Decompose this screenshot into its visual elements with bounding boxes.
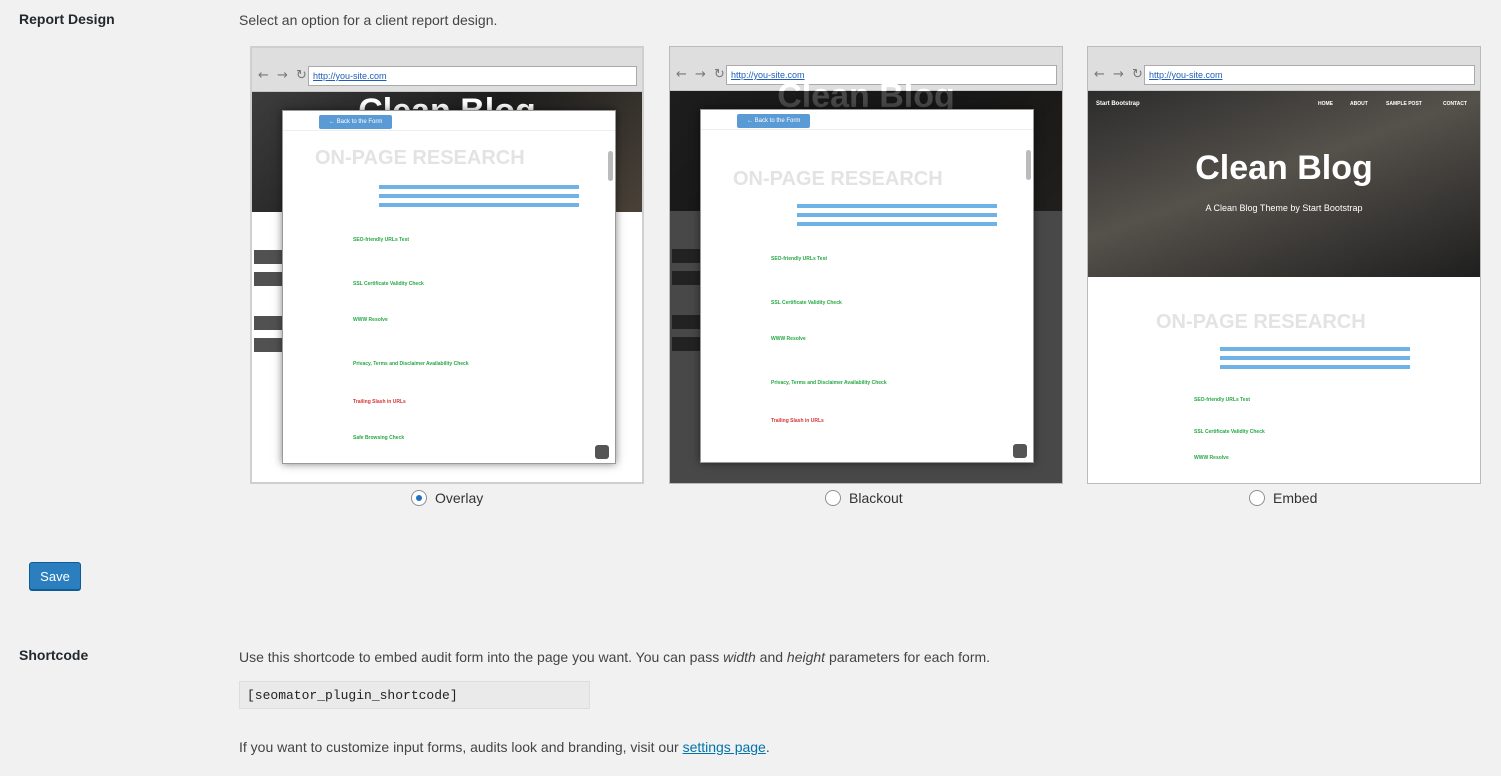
browser-bar: ← → ↻ http://you-site.com (252, 48, 642, 92)
scrollbar (608, 151, 613, 181)
overlay-radio[interactable] (411, 490, 427, 506)
research-heading: ON-PAGE RESEARCH (733, 168, 943, 190)
browser-nav-icon: ← → ↻ (258, 68, 309, 83)
desc-text: Use this shortcode to embed audit form i… (239, 649, 724, 665)
desc-width: width (723, 649, 756, 665)
save-button[interactable]: Save (29, 562, 81, 590)
brand-label: Start Bootstrap (1096, 101, 1140, 107)
desc-text-end: parameters for each form. (825, 649, 991, 665)
research-heading: ON-PAGE RESEARCH (315, 147, 525, 169)
nav-contact: CONTACT (1443, 101, 1468, 107)
customize-suffix: . (765, 739, 770, 755)
customize-note: If you want to customize input forms, au… (239, 739, 770, 755)
nav-home: HOME (1318, 101, 1333, 107)
option-overlay[interactable]: Overlay (411, 490, 483, 506)
desc-and: and (755, 649, 787, 665)
performance-chart (1220, 347, 1420, 373)
browser-nav-icon: ← → ↻ (1094, 67, 1145, 82)
nav-sample-post: SAMPLE POST (1386, 101, 1422, 107)
research-heading: ON-PAGE RESEARCH (1156, 311, 1366, 333)
audit-item-title: Trailing Slash in URLs (771, 418, 824, 424)
site-preview: Clean Blog ← Back to the Form ON-PAGE RE… (670, 77, 1062, 483)
audit-list: SEO-friendly URLs Test SSL Certificate V… (1194, 397, 1414, 461)
blackout-preview[interactable]: ← → ↻ http://you-site.com Clean Blog ← B… (669, 46, 1063, 484)
blackout-radio[interactable] (825, 490, 841, 506)
hero-subtitle: A Clean Blog Theme by Start Bootstrap (1205, 203, 1363, 213)
report-design-label: Report Design (19, 11, 115, 27)
hero-image: Start Bootstrap HOME ABOUT SAMPLE POST C… (1088, 91, 1480, 277)
report-modal: ← Back to the Form ON-PAGE RESEARCH SEO-… (700, 109, 1034, 463)
url-field: http://you-site.com (1144, 65, 1475, 85)
site-preview: Clean Blog ← Back to the Form ON-PAGE RE… (252, 92, 642, 482)
blackout-label[interactable]: Blackout (849, 490, 903, 506)
site-preview: Start Bootstrap HOME ABOUT SAMPLE POST C… (1088, 91, 1480, 483)
back-to-form-button: ← Back to the Form (319, 115, 393, 129)
desc-height: height (786, 649, 826, 665)
audit-item-title: WWW Resolve (1194, 455, 1229, 461)
shortcode-label: Shortcode (19, 647, 89, 663)
url-field: http://you-site.com (308, 66, 637, 86)
embed-label[interactable]: Embed (1273, 490, 1317, 506)
nav-about: ABOUT (1350, 101, 1368, 107)
embed-radio[interactable] (1249, 490, 1265, 506)
scrollbar (1026, 150, 1031, 180)
report-modal: ← Back to the Form ON-PAGE RESEARCH SEO-… (282, 110, 616, 464)
performance-chart (379, 185, 589, 211)
shortcode-description: Use this shortcode to embed audit form i… (239, 649, 990, 665)
shortcode-field[interactable]: [seomator_plugin_shortcode] (239, 681, 590, 709)
seomator-logo-icon (595, 445, 609, 459)
audit-list: SEO-friendly URLs Test SSL Certificate V… (771, 256, 1011, 424)
performance-chart (797, 204, 1007, 230)
browser-bar: ← → ↻ http://you-site.com (1088, 47, 1480, 91)
audit-item-title: Safe Browsing Check (353, 435, 405, 441)
option-embed[interactable]: Embed (1249, 490, 1317, 506)
audit-list: SEO-friendly URLs Test SSL Certificate V… (353, 237, 593, 441)
overlay-preview[interactable]: ← → ↻ http://you-site.com Clean Blog ← B… (250, 46, 644, 484)
customize-text: If you want to customize input forms, au… (239, 739, 683, 755)
embed-preview[interactable]: ← → ↻ http://you-site.com Start Bootstra… (1087, 46, 1481, 484)
settings-page-link[interactable]: settings page (683, 739, 766, 755)
back-to-form-button: ← Back to the Form (737, 114, 811, 128)
overlay-label[interactable]: Overlay (435, 490, 483, 506)
hero-title: Clean Blog (1195, 149, 1373, 187)
report-design-description: Select an option for a client report des… (239, 12, 498, 28)
seomator-logo-icon (1013, 444, 1027, 458)
option-blackout[interactable]: Blackout (825, 490, 903, 506)
